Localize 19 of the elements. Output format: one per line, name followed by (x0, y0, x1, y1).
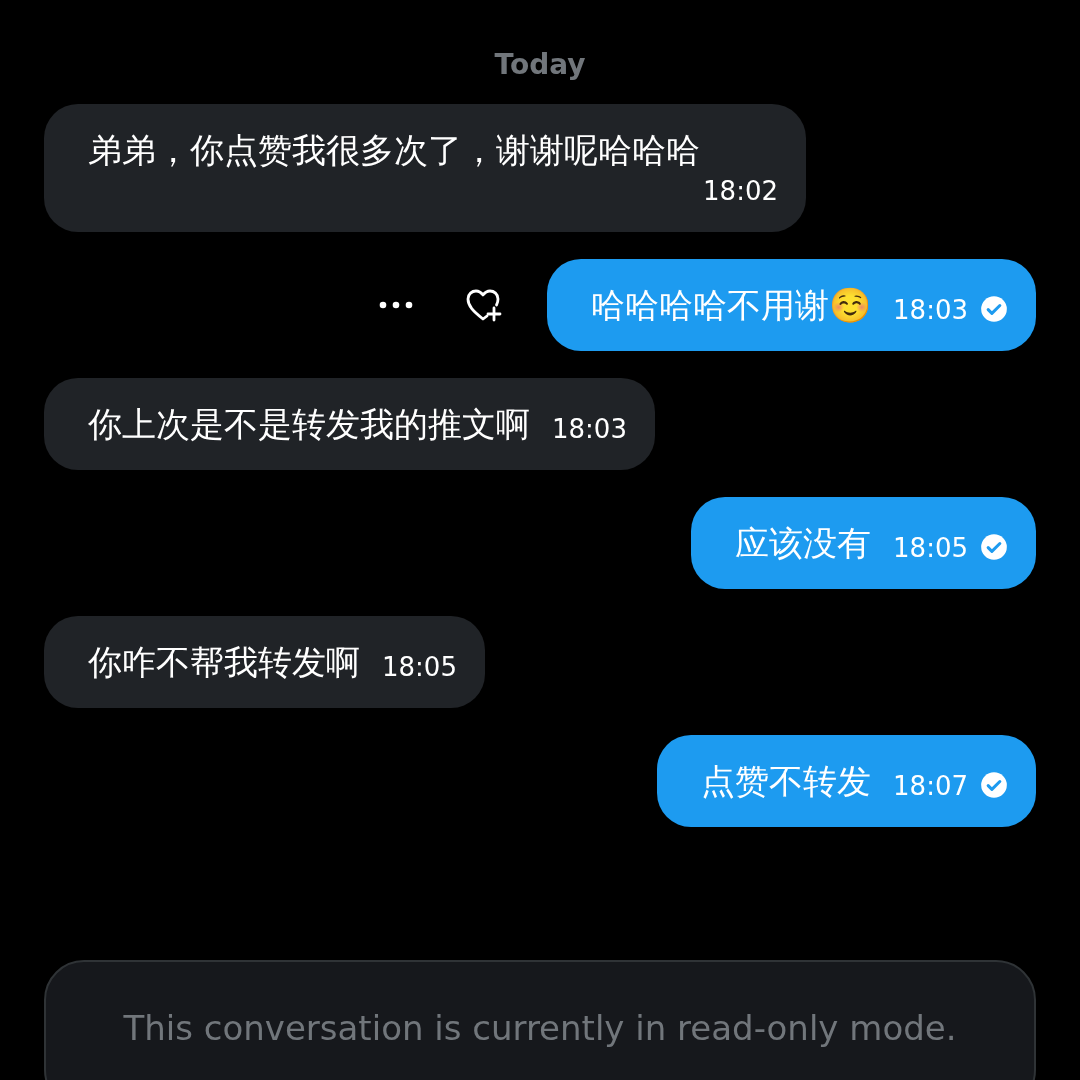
message-text: 你咋不帮我转发啊 (88, 641, 360, 684)
heart-plus-icon[interactable] (465, 288, 504, 322)
message-text: 你上次是不是转发我的推文啊 (88, 403, 530, 446)
received-message-bubble[interactable]: 你咋不帮我转发啊 18:05 (44, 616, 485, 708)
message-text: 哈哈哈哈不用谢☺ (591, 284, 872, 327)
message-time: 18:02 (703, 175, 778, 208)
message-time: 18:03 (893, 294, 968, 327)
message-time: 18:03 (552, 413, 627, 446)
message-time: 18:07 (893, 770, 968, 803)
message-time: 18:05 (382, 651, 457, 684)
received-message-bubble[interactable]: 你上次是不是转发我的推文啊 18:03 (44, 378, 655, 470)
received-message-bubble[interactable]: 弟弟，你点赞我很多次了，谢谢呢哈哈哈 18:02 (44, 104, 806, 232)
message-time: 18:05 (893, 532, 968, 565)
message-text: 应该没有 (735, 522, 872, 565)
read-only-notice: This conversation is currently in read-only mode. (123, 1007, 957, 1050)
message-text: 点赞不转发 (701, 760, 872, 803)
date-divider: Today (494, 47, 586, 83)
message-text: 弟弟，你点赞我很多次了，谢谢呢哈哈哈 (88, 129, 701, 172)
more-icon[interactable] (379, 301, 414, 309)
